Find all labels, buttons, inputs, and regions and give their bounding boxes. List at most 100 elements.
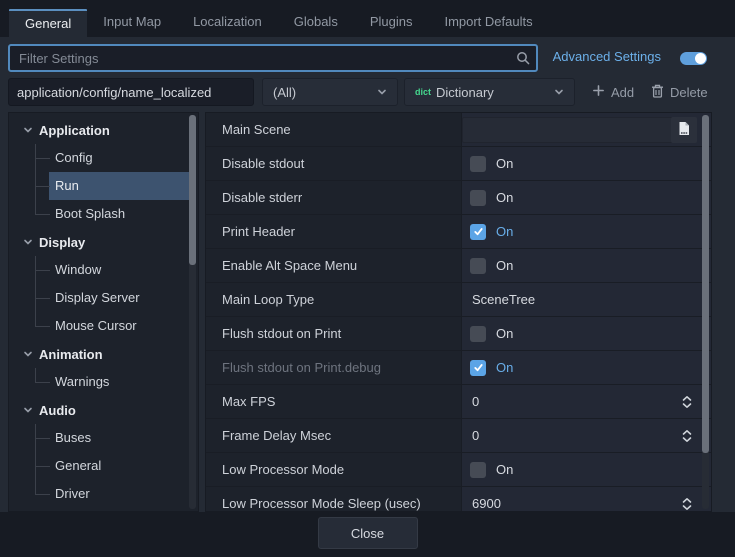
main-loop-type-input[interactable]: SceneTree [470, 292, 535, 307]
property-row-print-header: Print Header On [206, 215, 711, 249]
property-path-input[interactable] [8, 78, 254, 106]
property-label: Disable stderr [206, 181, 461, 214]
property-row-enable-alt-space-menu: Enable Alt Space Menu On [206, 249, 711, 283]
sidebar-section-label: Display [39, 235, 85, 250]
property-row-disable-stdout: Disable stdout On [206, 147, 711, 181]
checkbox-label: On [496, 190, 513, 205]
sidebar-item-window[interactable]: Window [9, 256, 198, 284]
property-row-flush-stdout-on-print: Flush stdout on Print On [206, 317, 711, 351]
sidebar-section-animation[interactable]: Animation [9, 340, 198, 368]
property-row-main-loop-type: Main Loop Type SceneTree [206, 283, 711, 317]
property-label: Max FPS [206, 385, 461, 418]
checkbox-unchecked[interactable] [470, 190, 486, 206]
settings-properties-panel: Main Scene Disable stdout On Disable std… [205, 112, 712, 512]
property-label: Low Processor Mode Sleep (usec) [206, 487, 461, 512]
property-label: Main Scene [206, 113, 461, 146]
feature-filter-value: (All) [273, 85, 296, 100]
sidebar-section-application[interactable]: Application [9, 116, 198, 144]
checkbox-label: On [496, 156, 513, 171]
chevron-down-icon [23, 403, 33, 418]
dictionary-type-icon: dict [415, 87, 431, 97]
plus-icon [592, 84, 605, 100]
properties-scrollbar[interactable] [702, 115, 709, 509]
search-icon [516, 51, 530, 65]
type-select[interactable]: dict Dictionary [404, 78, 575, 106]
close-button[interactable]: Close [318, 517, 418, 549]
main-scene-input[interactable] [462, 117, 674, 143]
sidebar-item-mouse-cursor[interactable]: Mouse Cursor [9, 312, 198, 340]
property-row-frame-delay-msec: Frame Delay Msec 0 [206, 419, 711, 453]
property-label: Flush stdout on Print.debug [206, 351, 461, 384]
delete-button-label: Delete [670, 85, 708, 100]
advanced-settings-label: Advanced Settings [553, 49, 661, 64]
sidebar-item-warnings[interactable]: Warnings [9, 368, 198, 396]
property-value: On [461, 351, 711, 384]
tab-general[interactable]: General [9, 9, 87, 37]
property-value: 0 [461, 385, 711, 418]
chevron-down-icon [23, 347, 33, 362]
add-button[interactable]: Add [592, 78, 634, 106]
filter-row: Advanced Settings [8, 44, 727, 72]
file-picker-button[interactable] [671, 117, 697, 143]
sidebar-item-display-server[interactable]: Display Server [9, 284, 198, 312]
sidebar-scrollbar[interactable] [189, 115, 196, 509]
tab-plugins[interactable]: Plugins [354, 9, 429, 37]
chevron-down-icon [23, 235, 33, 250]
type-select-value: Dictionary [436, 85, 494, 100]
property-value: 6900 [461, 487, 711, 512]
checkbox-unchecked[interactable] [470, 258, 486, 274]
sidebar-item-buses[interactable]: Buses [9, 424, 198, 452]
sidebar-item-boot-splash[interactable]: Boot Splash [9, 200, 198, 228]
checkbox-checked[interactable] [470, 224, 486, 240]
property-row-low-processor-mode: Low Processor Mode On [206, 453, 711, 487]
add-button-label: Add [611, 85, 634, 100]
property-value [461, 113, 711, 146]
tab-localization[interactable]: Localization [177, 9, 278, 37]
max-fps-input[interactable]: 0 [470, 394, 479, 409]
sidebar-item-driver[interactable]: Driver [9, 480, 198, 508]
property-value: On [461, 317, 711, 350]
property-label: Flush stdout on Print [206, 317, 461, 350]
updown-spinner-icon[interactable] [681, 497, 693, 512]
tab-globals[interactable]: Globals [278, 9, 354, 37]
property-label: Disable stdout [206, 147, 461, 180]
updown-spinner-icon[interactable] [681, 429, 693, 446]
property-label: Frame Delay Msec [206, 419, 461, 452]
property-value: On [461, 453, 711, 486]
checkbox-unchecked[interactable] [470, 326, 486, 342]
property-label: Low Processor Mode [206, 453, 461, 486]
sidebar-section-display[interactable]: Display [9, 228, 198, 256]
low-processor-mode-sleep-input[interactable]: 6900 [470, 496, 501, 511]
feature-filter-select[interactable]: (All) [262, 78, 398, 106]
settings-category-tree: Application Config Run Boot Splash Displ… [8, 112, 199, 512]
scrollbar-thumb[interactable] [702, 115, 709, 453]
property-value: On [461, 181, 711, 214]
property-value: SceneTree [461, 283, 711, 316]
sidebar-section-label: Audio [39, 403, 76, 418]
checkbox-label: On [496, 258, 513, 273]
scrollbar-thumb[interactable] [189, 115, 196, 265]
checkmark-icon [473, 226, 484, 237]
frame-delay-msec-input[interactable]: 0 [470, 428, 479, 443]
sidebar-section-audio[interactable]: Audio [9, 396, 198, 424]
property-toolbar: (All) dict Dictionary Add Delete [0, 78, 735, 106]
checkbox-unchecked[interactable] [470, 156, 486, 172]
advanced-settings-toggle[interactable] [680, 52, 707, 65]
sidebar-section-label: Animation [39, 347, 103, 362]
filter-settings-input[interactable] [8, 44, 538, 72]
checkbox-unchecked[interactable] [470, 462, 486, 478]
property-value: On [461, 147, 711, 180]
chevron-down-icon [23, 123, 33, 138]
dialog-footer: Close [0, 512, 735, 557]
updown-spinner-icon[interactable] [681, 395, 693, 412]
sidebar-item-run[interactable]: Run [9, 172, 198, 200]
sidebar-item-config[interactable]: Config [9, 144, 198, 172]
property-value: On [461, 249, 711, 282]
sidebar-section-label: Application [39, 123, 110, 138]
delete-button[interactable]: Delete [651, 78, 708, 106]
checkbox-label: On [496, 360, 513, 375]
sidebar-item-general[interactable]: General [9, 452, 198, 480]
checkbox-checked[interactable] [470, 360, 486, 376]
tab-import-defaults[interactable]: Import Defaults [428, 9, 548, 37]
tab-input-map[interactable]: Input Map [87, 9, 177, 37]
